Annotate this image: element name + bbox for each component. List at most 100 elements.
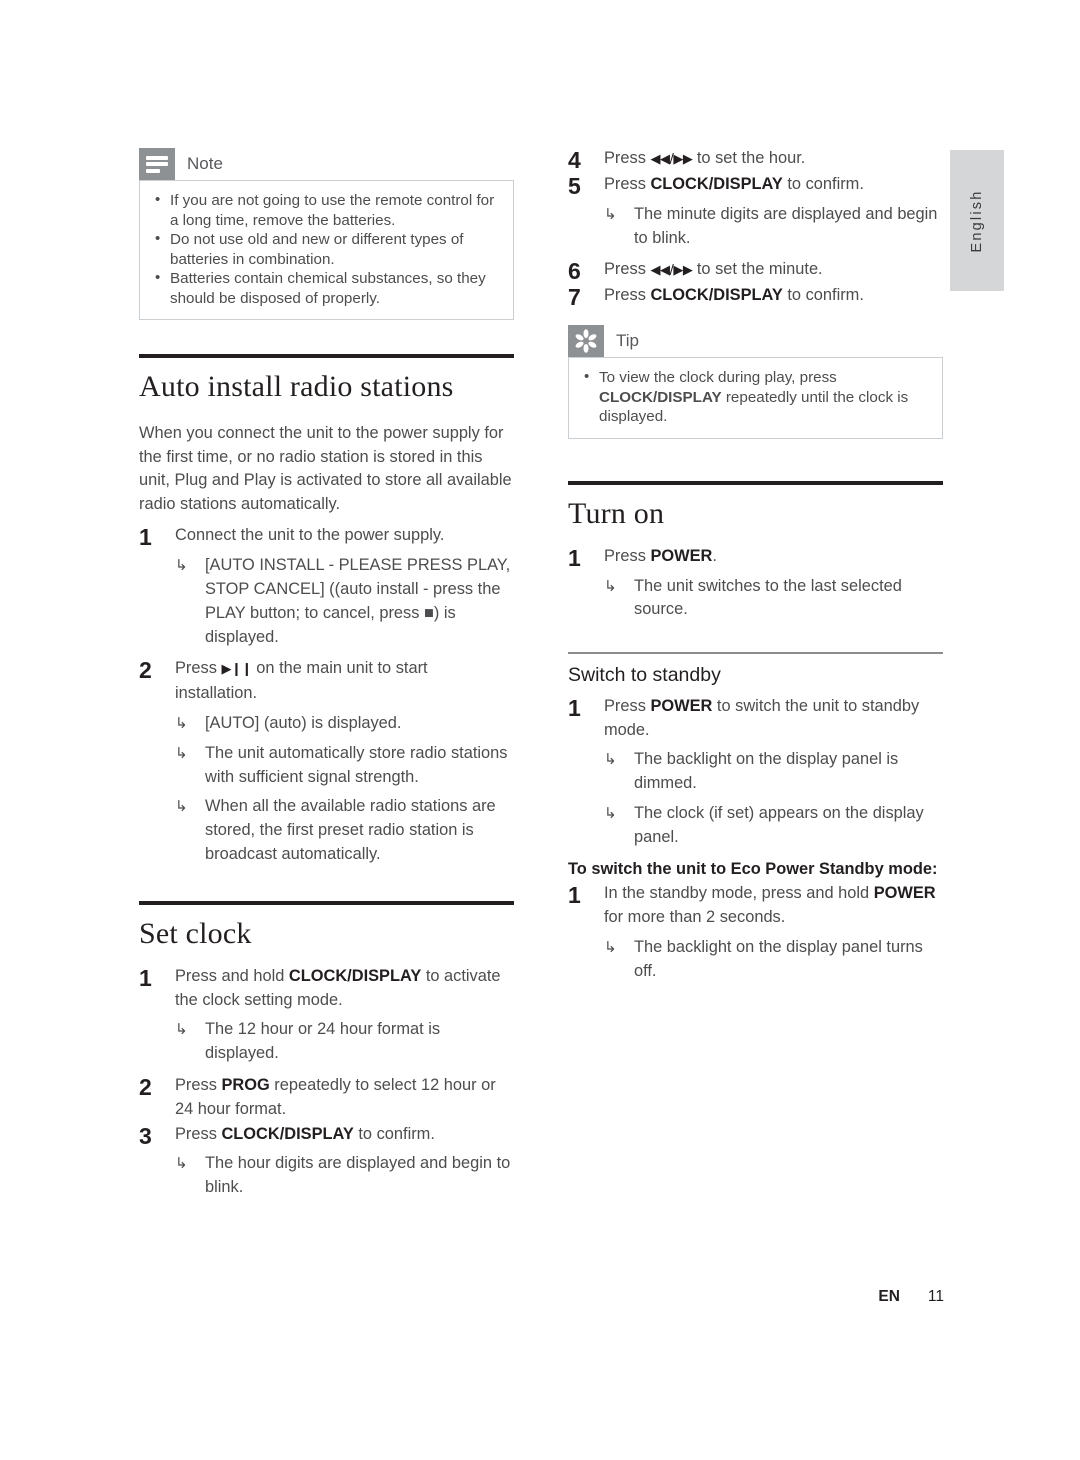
- step-result: ↳ The 12 hour or 24 hour format is displ…: [175, 1018, 514, 1066]
- step-text: Press ▶❙❙ on the main unit to start inst…: [175, 657, 514, 706]
- step-text-post: to confirm.: [353, 1124, 435, 1143]
- step: 2 Press ▶❙❙ on the main unit to start in…: [139, 657, 514, 866]
- turn-on-steps: 1 Press POWER. ↳ The unit switches to th…: [568, 545, 943, 622]
- result-arrow-icon: ↳: [604, 204, 617, 223]
- step-text-post: to confirm.: [782, 175, 864, 193]
- note-list-item: If you are not going to use the remote c…: [152, 190, 501, 230]
- footer-page-number: 11: [927, 1288, 944, 1305]
- switch-standby-steps: 1 Press POWER to switch the unit to stan…: [568, 695, 943, 850]
- button-name-clock-display: CLOCK/DISPLAY: [288, 966, 422, 985]
- button-name-clock-display: CLOCK/DISPLAY: [221, 1124, 354, 1143]
- section-rule: [139, 900, 514, 905]
- step-number: 2: [139, 657, 152, 684]
- right-column: 4 Press ◀◀/▶▶ to set the hour. 5 Press C…: [568, 148, 943, 984]
- result-text: [AUTO INSTALL - PLEASE PRESS PLAY, STOP …: [205, 556, 511, 646]
- note-callout-title: Note: [187, 154, 223, 173]
- step-body: Press POWER. ↳ The unit switches to the …: [604, 545, 943, 622]
- step-text: Press POWER.: [604, 545, 943, 569]
- step-result: ↳ [AUTO INSTALL - PLEASE PRESS PLAY, STO…: [175, 554, 514, 649]
- result-arrow-icon: ↳: [175, 743, 188, 762]
- step-result: ↳ [AUTO] (auto) is displayed.: [175, 712, 514, 736]
- step-body: Press CLOCK/DISPLAY to confirm. ↳ The ho…: [175, 1123, 514, 1200]
- button-name-prog: PROG: [221, 1075, 270, 1094]
- step-number: 5: [568, 173, 581, 199]
- page-footer: EN 11: [0, 1288, 1080, 1306]
- button-name-power: POWER: [873, 884, 936, 903]
- eco-power-steps: 1 In the standby mode, press and hold PO…: [568, 882, 943, 983]
- step: 1 In the standby mode, press and hold PO…: [568, 882, 943, 983]
- step-text-pre: Press: [604, 175, 651, 193]
- button-name-power: POWER: [650, 546, 713, 565]
- tip-callout: Tip To view the clock during play, press…: [568, 325, 943, 439]
- note-lines-icon-glyph: [146, 155, 168, 173]
- step-text-pre: Press: [604, 149, 651, 167]
- eco-power-standby-heading: To switch the unit to Eco Power Standby …: [568, 859, 938, 878]
- step-result: ↳ The unit switches to the last selected…: [604, 575, 943, 623]
- auto-install-intro: When you connect the unit to the power s…: [139, 424, 512, 513]
- subsection-title-switch-standby: Switch to standby: [568, 663, 721, 686]
- footer-language-code: EN: [878, 1288, 900, 1305]
- step-text: Press PROG repeatedly to select 12 hour …: [175, 1074, 514, 1122]
- step-text-pre: In the standby mode, press and hold: [604, 884, 874, 903]
- button-name-clock-display: CLOCK/DISPLAY: [650, 175, 783, 193]
- result-arrow-icon: ↳: [175, 797, 188, 816]
- note-list-item: Do not use old and new or different type…: [152, 229, 501, 269]
- step-number: 3: [139, 1122, 152, 1149]
- step-result: ↳ The unit automatically store radio sta…: [175, 742, 514, 790]
- tip-asterisk-icon-glyph: [575, 329, 597, 354]
- note-callout-header: Note: [139, 148, 514, 180]
- step-text-post: to set the hour.: [692, 149, 806, 167]
- tip-callout-header: Tip: [568, 325, 943, 358]
- step: 1 Press POWER to switch the unit to stan…: [568, 695, 943, 850]
- section-rule: [139, 354, 514, 358]
- play-pause-icon: ▶❙❙: [221, 662, 252, 678]
- tip-text-pre: To view the clock during play, press: [599, 369, 837, 387]
- step-body: Press PROG repeatedly to select 12 hour …: [175, 1074, 514, 1122]
- step: 1 Press POWER. ↳ The unit switches to th…: [568, 545, 943, 622]
- set-clock-steps: 1 Press and hold CLOCK/DISPLAY to activa…: [139, 965, 514, 1200]
- manual-page: English Note If you are not going to use…: [0, 0, 1080, 1460]
- step: 1 Connect the unit to the power supply. …: [139, 524, 514, 649]
- result-text: The unit switches to the last selected s…: [634, 576, 902, 619]
- tip-callout-title: Tip: [616, 331, 639, 351]
- step-text-pre: Press: [175, 1075, 222, 1094]
- step-number: 1: [568, 544, 581, 571]
- step-text-pre: Press: [604, 286, 651, 305]
- rewind-forward-icon: ◀◀/▶▶: [650, 152, 693, 167]
- tip-list-item: To view the clock during play, press CLO…: [581, 367, 930, 427]
- step-number: 2: [139, 1073, 152, 1100]
- note-list: If you are not going to use the remote c…: [152, 190, 501, 308]
- note-lines-icon: [139, 148, 175, 180]
- result-arrow-icon: ↳: [604, 937, 617, 956]
- step-text: Press CLOCK/DISPLAY to confirm.: [604, 173, 943, 197]
- step: 7 Press CLOCK/DISPLAY to confirm.: [568, 284, 943, 309]
- step: 3 Press CLOCK/DISPLAY to confirm. ↳ The …: [139, 1123, 514, 1200]
- step-number: 1: [139, 964, 152, 991]
- subsection-rule: [568, 652, 943, 654]
- note-list-item: Batteries contain chemical substances, s…: [152, 268, 501, 308]
- step-text: Connect the unit to the power supply.: [175, 526, 445, 545]
- step-number: 4: [568, 147, 581, 173]
- step-result: ↳ The backlight on the display panel is …: [604, 748, 943, 796]
- step: 6 Press ◀◀/▶▶ to set the minute.: [568, 258, 943, 283]
- result-arrow-icon: ↳: [175, 713, 188, 732]
- step-body: Press CLOCK/DISPLAY to confirm. ↳ The mi…: [604, 173, 943, 250]
- result-arrow-icon: ↳: [175, 1020, 188, 1039]
- step-text-pre: Press: [175, 659, 222, 678]
- step-body: In the standby mode, press and hold POWE…: [604, 882, 943, 983]
- step-body: Connect the unit to the power supply. ↳ …: [175, 524, 514, 649]
- button-name-power: POWER: [650, 696, 713, 715]
- note-callout-body: If you are not going to use the remote c…: [139, 180, 514, 320]
- step-text: Press ◀◀/▶▶ to set the minute.: [604, 258, 943, 283]
- note-callout: Note If you are not going to use the rem…: [139, 148, 514, 320]
- step-text-post: to set the minute.: [692, 260, 823, 279]
- result-text: The backlight on the display panel is di…: [634, 750, 899, 793]
- page-title-set-clock: Set clock: [139, 916, 252, 950]
- step-text-pre: Press: [604, 260, 651, 279]
- step-body: Press ◀◀/▶▶ to set the hour.: [604, 147, 943, 172]
- step: 2 Press PROG repeatedly to select 12 hou…: [139, 1074, 514, 1122]
- tip-asterisk-icon: [568, 325, 604, 358]
- step: 1 Press and hold CLOCK/DISPLAY to activa…: [139, 965, 514, 1066]
- tip-list: To view the clock during play, press CLO…: [581, 367, 930, 427]
- step-result: ↳ When all the available radio stations …: [175, 795, 514, 866]
